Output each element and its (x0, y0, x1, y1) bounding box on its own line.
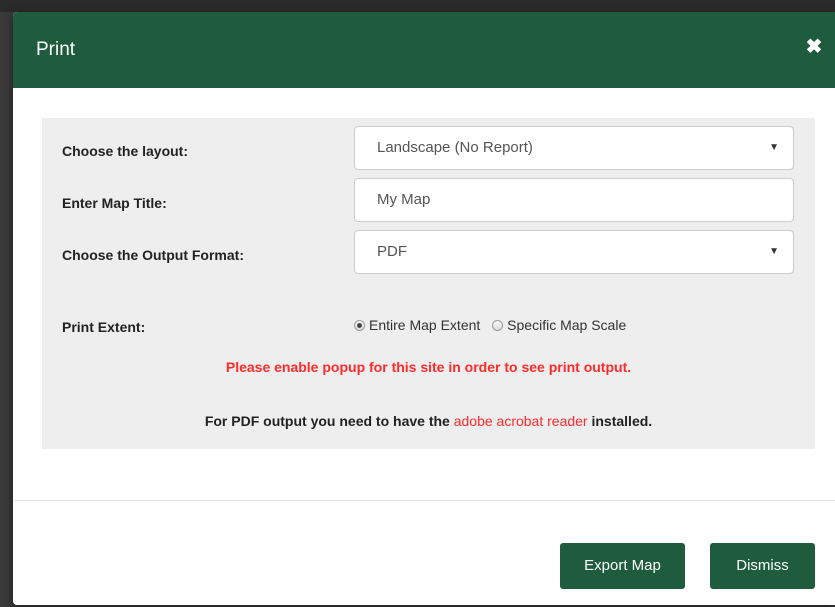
output-format-select[interactable]: PDF ▼ (354, 230, 794, 274)
print-extent-label: Print Extent: (62, 319, 146, 335)
map-title-input-value: My Map (377, 191, 431, 208)
dialog-title: Print (36, 39, 76, 60)
layout-select-value: Landscape (No Report) (377, 139, 533, 156)
layout-label: Choose the layout: (62, 143, 189, 159)
pdf-note: For PDF output you need to have the adob… (42, 412, 815, 430)
output-format-label: Choose the Output Format: (62, 247, 244, 263)
map-title-label: Enter Map Title: (62, 195, 167, 211)
print-dialog: Print ✖ Choose the layout: Landscape (No… (13, 12, 835, 605)
footer-divider (13, 500, 835, 501)
popup-warning-text: Please enable popup for this site in ord… (225, 359, 632, 375)
entire-map-extent-label: Entire Map Extent (369, 317, 481, 333)
chevron-down-icon: ▼ (769, 246, 779, 257)
close-icon[interactable]: ✖ (803, 34, 825, 60)
layout-select[interactable]: Landscape (No Report) ▼ (354, 126, 794, 170)
pdf-note-suffix: installed. (587, 413, 653, 429)
chevron-down-icon: ▼ (769, 142, 779, 153)
specific-map-scale-label: Specific Map Scale (507, 317, 627, 333)
dismiss-button[interactable]: Dismiss (710, 543, 815, 589)
entire-map-extent-radio[interactable] (354, 320, 365, 331)
adobe-reader-link[interactable]: adobe acrobat reader (454, 413, 588, 429)
dialog-body: Choose the layout: Landscape (No Report)… (13, 88, 835, 500)
pdf-note-prefix: For PDF output you need to have the (204, 413, 454, 429)
export-map-button[interactable]: Export Map (560, 543, 685, 589)
output-format-select-value: PDF (377, 243, 407, 260)
map-title-input[interactable]: My Map (354, 178, 794, 222)
page-background-strip (0, 0, 835, 12)
dialog-header: Print ✖ (13, 12, 835, 88)
print-extent-radio-group: Entire Map Extent Specific Map Scale (354, 316, 626, 334)
specific-map-scale-radio[interactable] (492, 320, 504, 331)
print-options-panel: Choose the layout: Landscape (No Report)… (42, 118, 815, 449)
